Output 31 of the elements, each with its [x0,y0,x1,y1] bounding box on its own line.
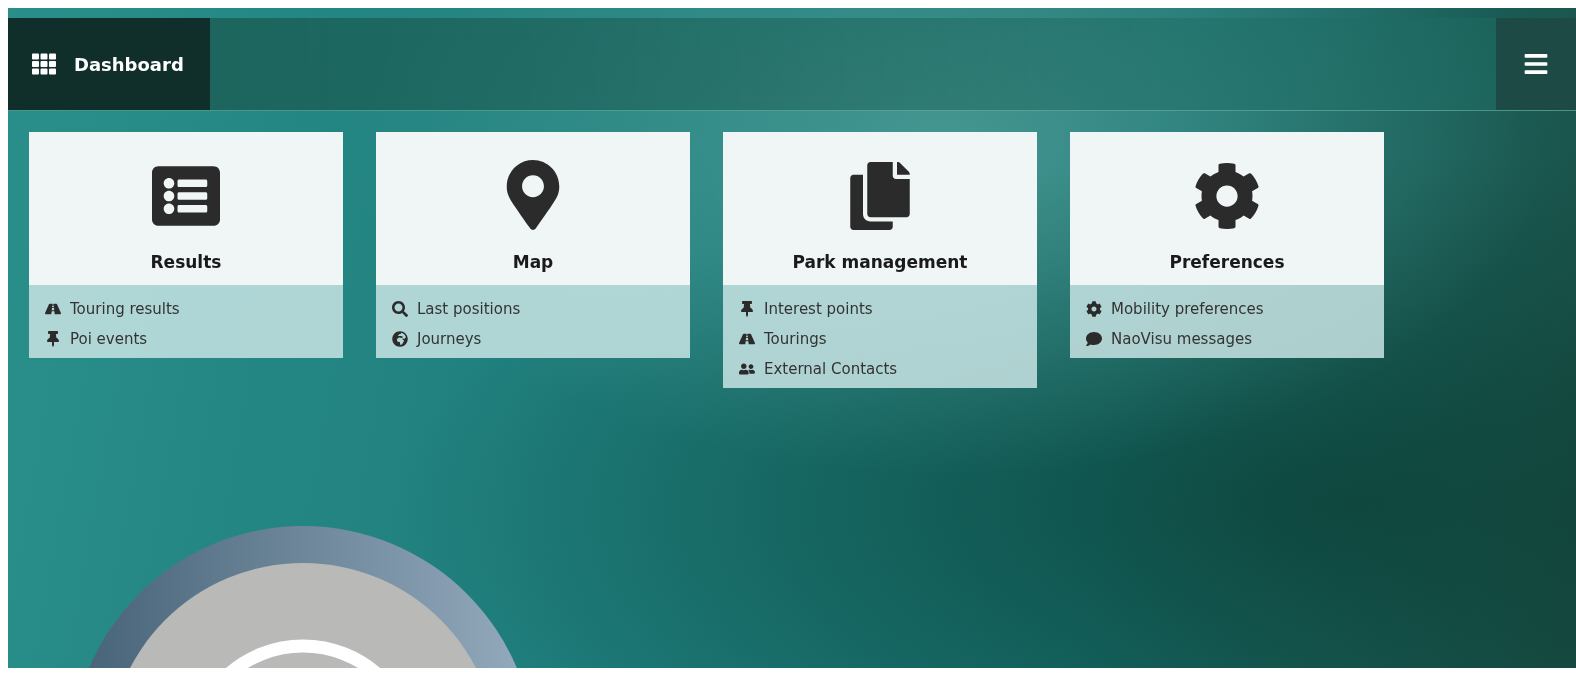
road-icon [45,301,61,317]
pin-icon [45,331,61,347]
card-link[interactable]: Mobility preferences [1086,300,1368,318]
card-title: Preferences [1169,252,1285,272]
users-icon [739,361,755,377]
settings-icon [1193,162,1261,230]
card-link[interactable]: Interest points [739,300,1021,318]
card-link[interactable]: Poi events [45,330,327,348]
road-icon [739,331,755,347]
settings-icon [1086,301,1102,317]
card-link[interactable]: Last positions [392,300,674,318]
card-header[interactable]: Map [376,132,690,285]
card-header[interactable]: Park management [723,132,1037,285]
globe-icon [392,331,408,347]
pin-icon [739,301,755,317]
card-link[interactable]: Tourings [739,330,1021,348]
card-title: Map [512,252,554,272]
card-link[interactable]: Touring results [45,300,327,318]
speech-bubble-icon [1086,331,1102,347]
dashboard-tab[interactable]: Dashboard [8,18,210,110]
card-link[interactable]: NaoVisu messages [1086,330,1368,348]
card-title: Park management [792,252,968,272]
card-header[interactable]: Results [29,132,343,285]
menu-icon [1523,51,1549,77]
search-icon [392,301,408,317]
card-header[interactable]: Preferences [1070,132,1384,285]
card-title: Results [150,252,222,272]
card-link[interactable]: External Contacts [739,360,1021,378]
card-link[interactable]: Journeys [392,330,674,348]
menu-button[interactable] [1496,18,1576,110]
grid-icon [32,52,56,76]
